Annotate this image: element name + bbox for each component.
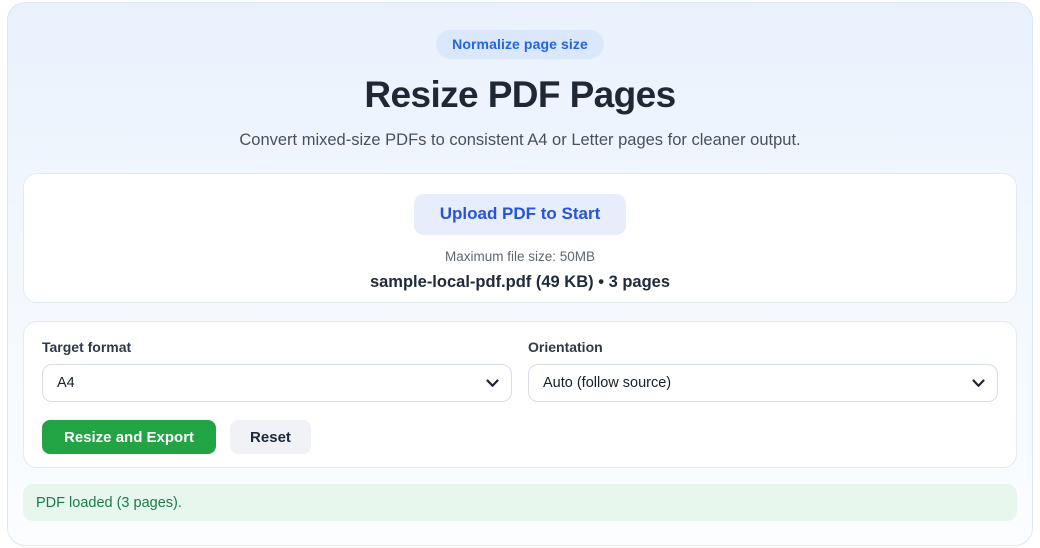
loaded-file-info: sample-local-pdf.pdf (49 KB) • 3 pages xyxy=(369,273,671,291)
status-message: PDF loaded (3 pages). xyxy=(36,494,182,511)
page-subtitle: Convert mixed-size PDFs to consistent A4… xyxy=(239,130,801,149)
orientation-field: Orientation Auto (follow source) xyxy=(528,339,998,402)
chevron-down-icon xyxy=(485,376,499,390)
page-header: Normalize page size Resize PDF Pages Con… xyxy=(8,3,1032,150)
status-bar: PDF loaded (3 pages). xyxy=(23,484,1017,521)
reset-button[interactable]: Reset xyxy=(230,420,311,454)
upload-pdf-button[interactable]: Upload PDF to Start xyxy=(413,194,627,235)
chevron-down-icon xyxy=(971,376,985,390)
resize-and-export-button[interactable]: Resize and Export xyxy=(42,420,217,454)
normalize-badge: Normalize page size xyxy=(436,30,604,59)
target-format-value: A4 xyxy=(57,375,75,391)
app-shell: Normalize page size Resize PDF Pages Con… xyxy=(7,2,1033,546)
upload-card: Upload PDF to Start Maximum file size: 5… xyxy=(23,173,1017,303)
target-format-select[interactable]: A4 xyxy=(42,364,512,402)
max-file-size-note: Maximum file size: 50MB xyxy=(444,249,596,264)
target-format-field: Target format A4 xyxy=(42,339,512,402)
options-card: Target format A4 Orientation Auto (follo… xyxy=(23,321,1017,468)
orientation-value: Auto (follow source) xyxy=(543,375,672,391)
target-format-label: Target format xyxy=(42,339,132,355)
options-grid: Target format A4 Orientation Auto (follo… xyxy=(42,339,998,402)
orientation-label: Orientation xyxy=(528,339,603,355)
action-buttons-row: Resize and Export Reset xyxy=(42,420,998,454)
orientation-select[interactable]: Auto (follow source) xyxy=(528,364,998,402)
page-title: Resize PDF Pages xyxy=(364,74,676,115)
